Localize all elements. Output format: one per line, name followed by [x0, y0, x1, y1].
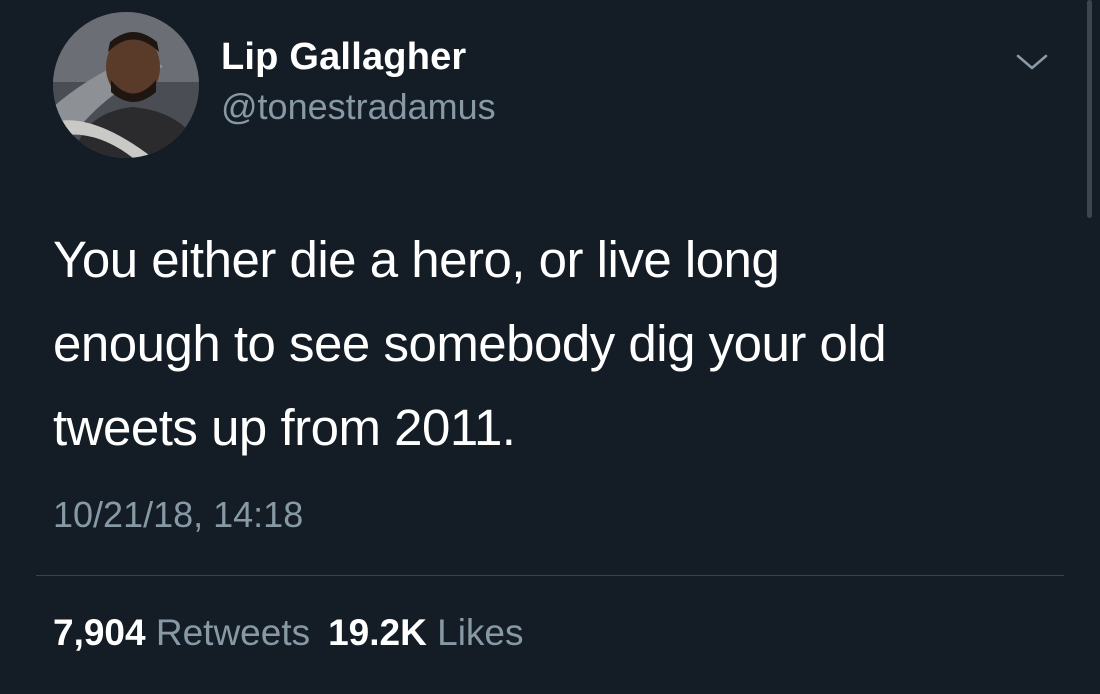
tweet-text: You either die a hero, or live long enou…	[53, 231, 887, 456]
author-display-name[interactable]: Lip Gallagher	[221, 36, 466, 79]
likes-label: Likes	[437, 612, 524, 653]
avatar[interactable]	[53, 12, 199, 158]
avatar-image	[53, 12, 199, 158]
likes-count: 19.2K	[328, 612, 427, 653]
author-handle[interactable]: @tonestradamus	[221, 86, 496, 128]
divider	[36, 575, 1064, 576]
scrollbar[interactable]	[1087, 0, 1092, 218]
likes-stat[interactable]: 19.2K Likes	[328, 612, 523, 653]
retweets-count: 7,904	[53, 612, 146, 653]
tweet-stats: 7,904 Retweets 19.2K Likes	[53, 612, 524, 654]
retweets-stat[interactable]: 7,904 Retweets	[53, 612, 310, 653]
retweets-label: Retweets	[155, 612, 311, 653]
tweet-timestamp[interactable]: 10/21/18, 14:18	[53, 494, 303, 536]
chevron-down-icon[interactable]	[1012, 48, 1052, 76]
